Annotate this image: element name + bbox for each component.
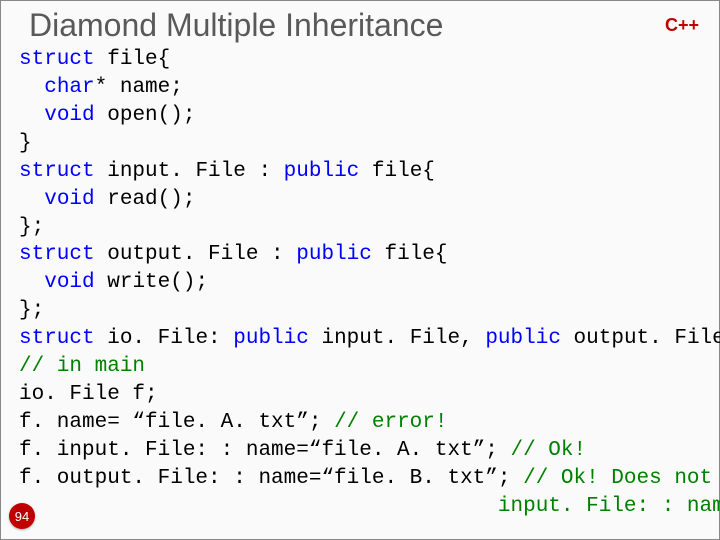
code-text: file{ bbox=[95, 48, 171, 71]
code-line: input. File: : name bbox=[19, 493, 719, 521]
code-line: void write(); bbox=[19, 269, 719, 297]
language-badge: C++ bbox=[665, 15, 699, 36]
code-text: f. input. File: : name=“file. A. txt”; bbox=[19, 439, 510, 462]
code-line: // in main bbox=[19, 353, 719, 381]
code-text bbox=[19, 104, 44, 127]
code-line: struct io. File: public input. File, pub… bbox=[19, 325, 719, 353]
code-line: }; bbox=[19, 297, 719, 325]
code-text: }; bbox=[19, 299, 44, 322]
code-text: read(); bbox=[95, 188, 196, 211]
keyword: struct bbox=[19, 243, 95, 266]
code-line: char* name; bbox=[19, 74, 719, 102]
code-line: f. input. File: : name=“file. A. txt”; /… bbox=[19, 437, 719, 465]
code-text: input. File : bbox=[95, 160, 284, 183]
slide-title: Diamond Multiple Inheritance bbox=[1, 1, 719, 44]
code-text: file{ bbox=[359, 160, 435, 183]
code-line: void open(); bbox=[19, 102, 719, 130]
code-text bbox=[19, 271, 44, 294]
comment: input. File: : name bbox=[498, 495, 720, 518]
code-line: f. output. File: : name=“file. B. txt”; … bbox=[19, 465, 719, 493]
code-text: output. File : bbox=[95, 243, 297, 266]
code-line: io. File f; bbox=[19, 381, 719, 409]
code-line: void read(); bbox=[19, 186, 719, 214]
keyword: void bbox=[44, 271, 94, 294]
keyword: void bbox=[44, 104, 94, 127]
code-text: file{ bbox=[372, 243, 448, 266]
comment: // Ok! bbox=[510, 439, 586, 462]
keyword: char bbox=[44, 76, 94, 99]
code-line: struct input. File : public file{ bbox=[19, 158, 719, 186]
code-text: io. File f; bbox=[19, 383, 158, 406]
keyword: public bbox=[296, 243, 372, 266]
code-text: } bbox=[19, 132, 32, 155]
comment: // in main bbox=[19, 355, 145, 378]
code-line: struct file{ bbox=[19, 46, 719, 74]
code-text: io. File: bbox=[95, 327, 234, 350]
code-text: write(); bbox=[95, 271, 208, 294]
code-line: f. name= “file. A. txt”; // error! bbox=[19, 409, 719, 437]
code-text bbox=[19, 188, 44, 211]
code-line: } bbox=[19, 130, 719, 158]
code-block: struct file{ char* name; void open();} st… bbox=[1, 44, 719, 521]
keyword: struct bbox=[19, 160, 95, 183]
code-text: }; bbox=[19, 216, 44, 239]
keyword: public bbox=[233, 327, 309, 350]
code-text: input. File, bbox=[309, 327, 485, 350]
keyword: public bbox=[485, 327, 561, 350]
code-text: * name; bbox=[95, 76, 183, 99]
code-text bbox=[19, 76, 44, 99]
code-line: struct output. File : public file{ bbox=[19, 241, 719, 269]
keyword: struct bbox=[19, 48, 95, 71]
code-text: output. File{}; bbox=[561, 327, 720, 350]
code-line: }; bbox=[19, 214, 719, 242]
comment: // error! bbox=[334, 411, 447, 434]
comment: // Ok! Does not change bbox=[523, 467, 720, 490]
keyword: void bbox=[44, 188, 94, 211]
keyword: struct bbox=[19, 327, 95, 350]
code-text bbox=[19, 495, 498, 518]
keyword: public bbox=[284, 160, 360, 183]
code-text: open(); bbox=[95, 104, 196, 127]
code-text: f. name= “file. A. txt”; bbox=[19, 411, 334, 434]
code-text: f. output. File: : name=“file. B. txt”; bbox=[19, 467, 523, 490]
page-number-badge: 94 bbox=[9, 503, 35, 529]
